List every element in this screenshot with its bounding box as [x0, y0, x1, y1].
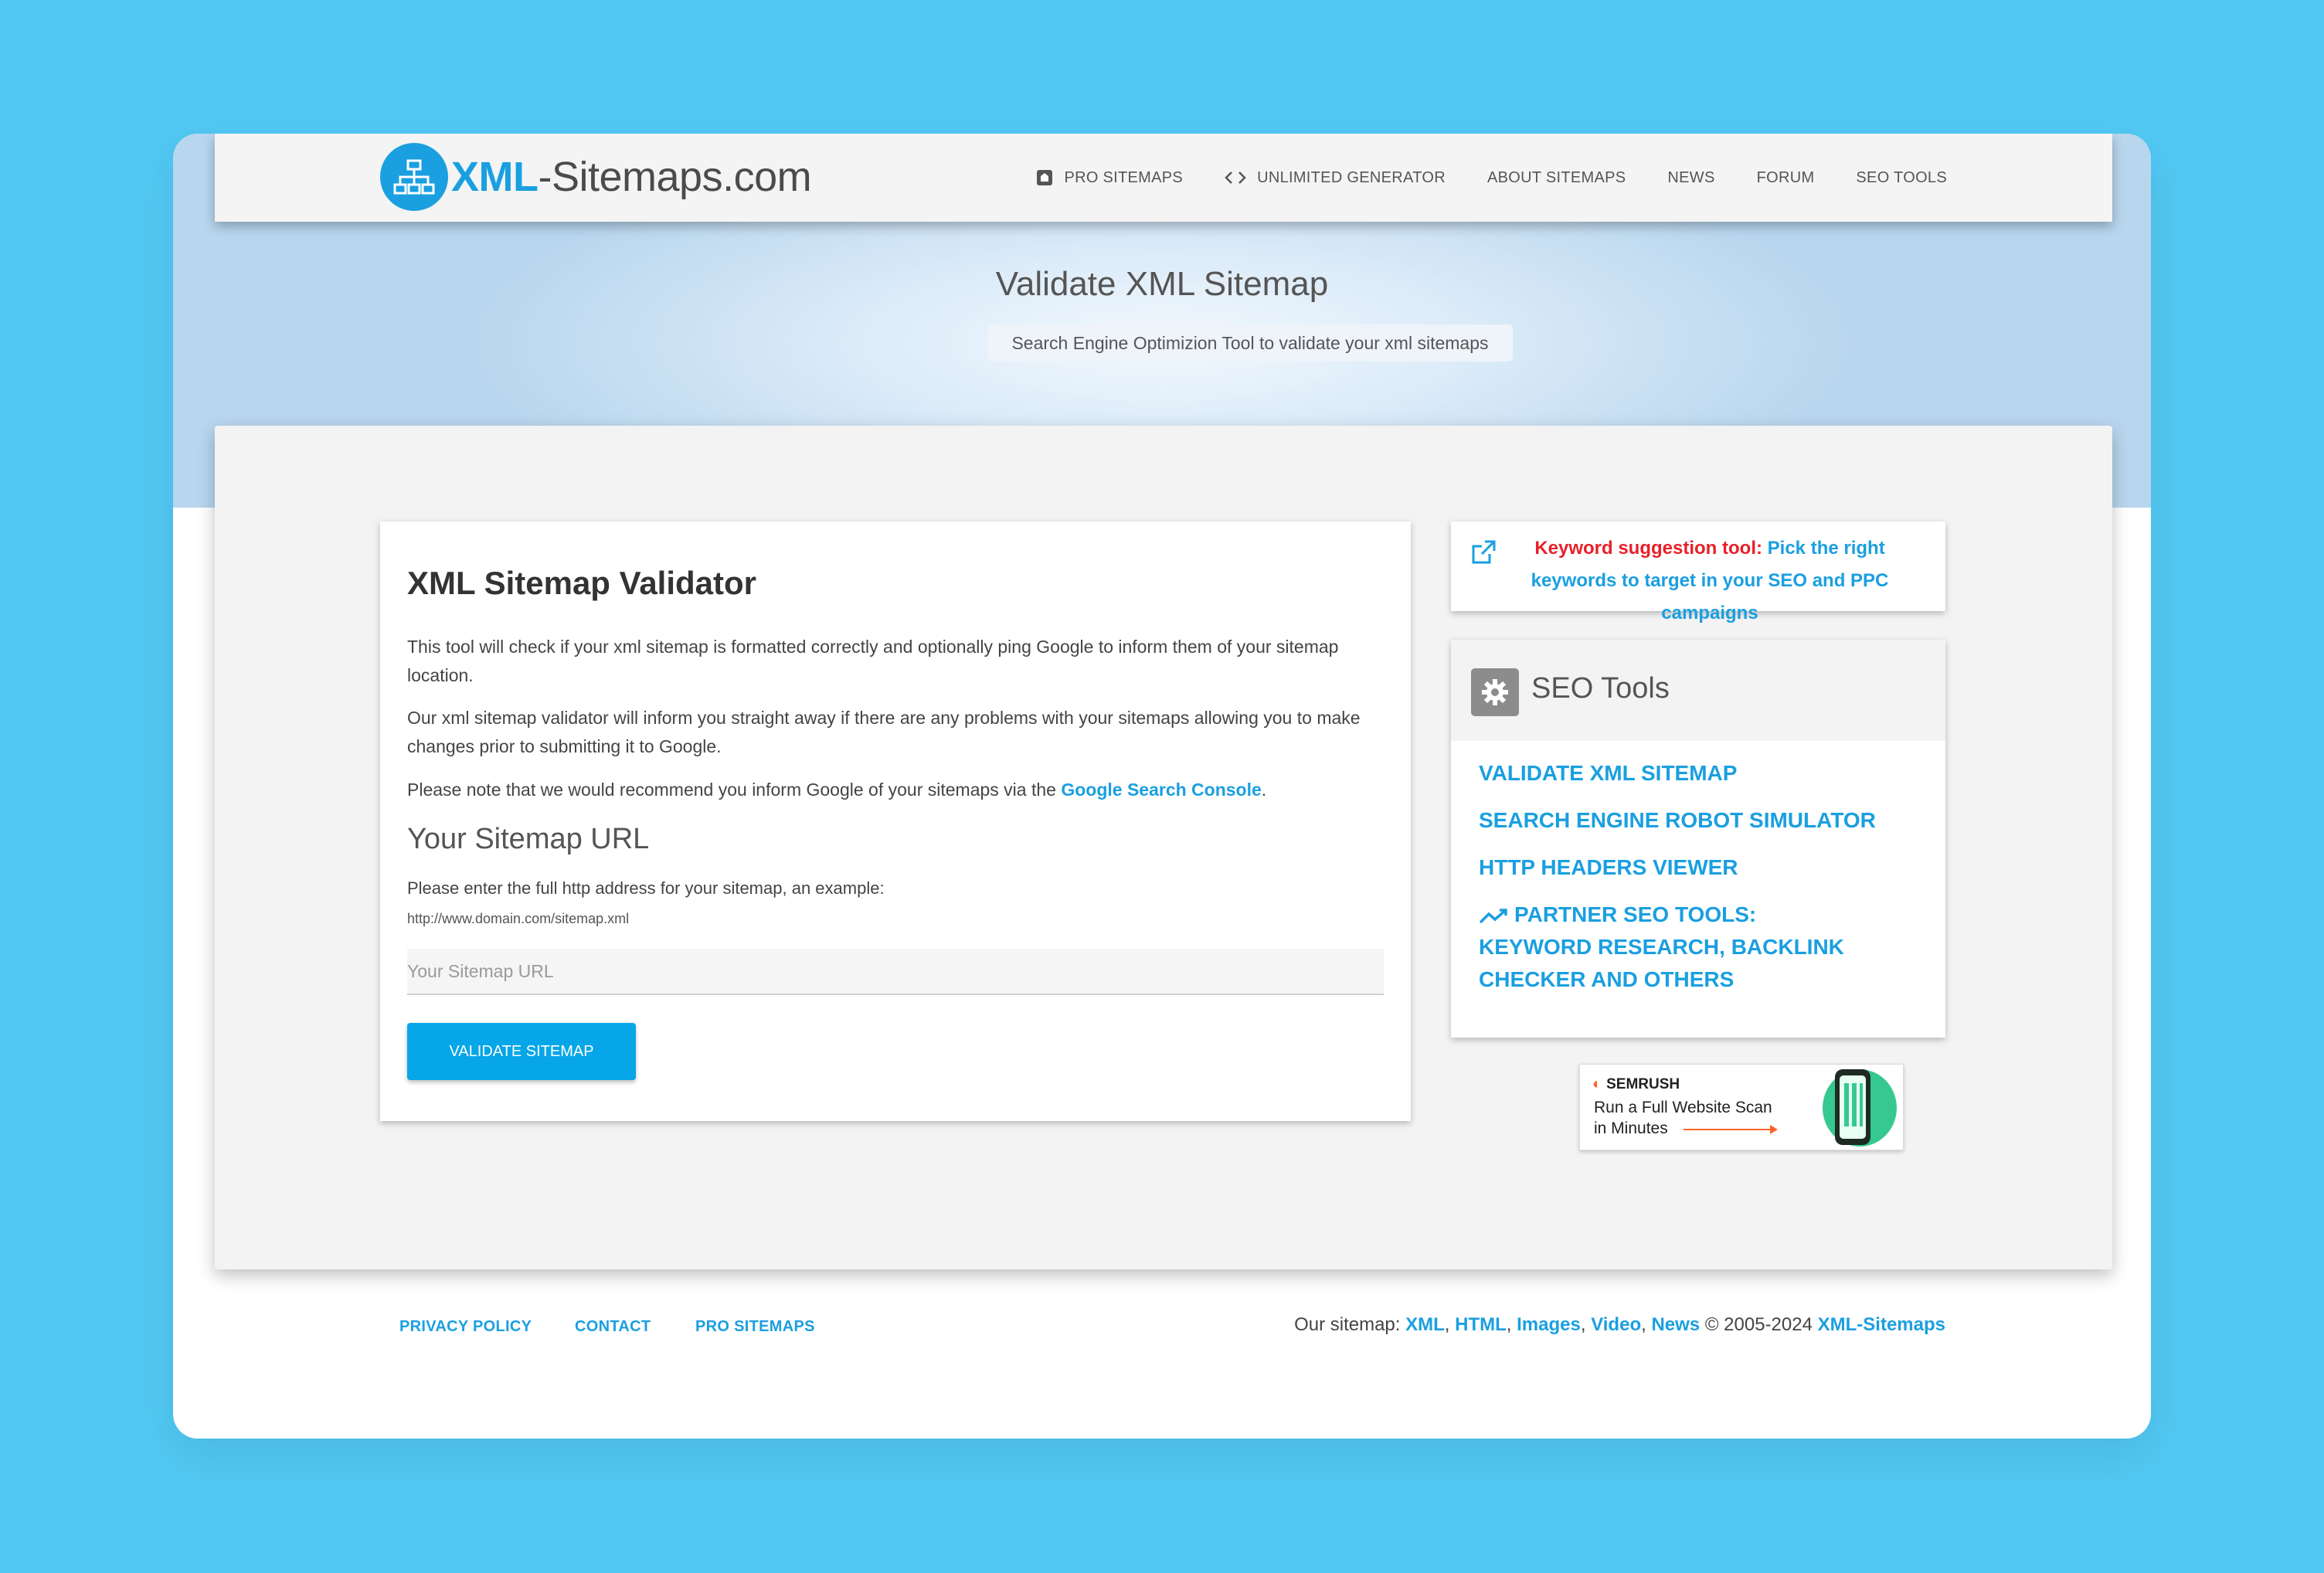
nav-unlimited-generator[interactable]: UNLIMITED GENERATOR	[1225, 169, 1446, 187]
logo-brand: XML	[451, 154, 539, 200]
seo-tools-header: SEO Tools	[1451, 640, 1945, 741]
semrush-ad-banner[interactable]: ◐ SEMRUSH Run a Full Website Scan in Minu…	[1579, 1064, 1904, 1150]
footer-link-news[interactable]: News	[1651, 1314, 1700, 1335]
footer-privacy-policy[interactable]: PRIVACY POLICY	[399, 1318, 532, 1336]
keyword-suggestion-box[interactable]: Keyword suggestion tool: Pick the right …	[1451, 522, 1945, 623]
nav-label: ABOUT SITEMAPS	[1486, 168, 1626, 186]
ad-brand-text: SEMRUSH	[1606, 1075, 1680, 1092]
semrush-flame-icon: ◐	[1592, 1075, 1602, 1092]
sitemap-url-heading: Your Sitemap URL	[407, 823, 650, 855]
nav-label: PRO SITEMAPS	[1064, 168, 1184, 186]
link-robot-simulator[interactable]: SEARCH ENGINE ROBOT SIMULATOR	[1479, 804, 1876, 837]
gear-icon	[1471, 668, 1519, 716]
main-content-panel: XML Sitemap Validator This tool will che…	[215, 426, 2112, 1269]
keyword-suggestion-text: Keyword suggestion tool: Pick the right …	[1490, 532, 1930, 630]
logo-text: XML-Sitemaps.com	[451, 153, 812, 201]
code-icon	[1225, 172, 1246, 184]
main-nav: PRO SITEMAPS UNLIMITED GENERATOR ABOUT S…	[994, 134, 1947, 222]
nav-forum[interactable]: FORUM	[1757, 169, 1815, 187]
sitemap-logo-icon	[380, 143, 448, 211]
ad-line-1: Run a Full Website Scan	[1594, 1099, 1772, 1116]
top-navbar: XML-Sitemaps.com PRO SITEMAPS UNLIMITED …	[215, 134, 2112, 222]
partner-line-1: PARTNER SEO TOOLS:	[1514, 902, 1757, 926]
paragraph-text: Please note that we would recommend you …	[407, 780, 1062, 800]
link-partner-seo-tools[interactable]: PARTNER SEO TOOLS: KEYWORD RESEARCH, BAC…	[1479, 899, 1844, 996]
url-example: http://www.domain.com/sitemap.xml	[407, 911, 630, 926]
phone-illustration-icon	[1823, 1069, 1897, 1147]
url-hint: Please enter the full http address for y…	[407, 878, 885, 898]
footer-contact[interactable]: CONTACT	[575, 1318, 651, 1336]
description-paragraph-2: Our xml sitemap validator will inform yo…	[407, 708, 1361, 756]
footer-brand-link[interactable]: XML-Sitemaps	[1818, 1314, 1945, 1335]
footer-copyright: © 2005-2024	[1700, 1314, 1818, 1335]
arrow-icon	[1684, 1125, 1778, 1134]
footer-link-images[interactable]: Images	[1517, 1314, 1581, 1335]
sitemap-url-input[interactable]	[407, 949, 1384, 995]
validate-sitemap-button[interactable]: VALIDATE SITEMAP	[407, 1023, 636, 1080]
footer-link-html[interactable]: HTML	[1455, 1314, 1507, 1335]
nav-about-sitemaps[interactable]: ABOUT SITEMAPS	[1487, 169, 1626, 187]
pro-icon	[1037, 170, 1053, 185]
footer-pro-sitemaps[interactable]: PRO SITEMAPS	[695, 1318, 815, 1336]
nav-seo-tools[interactable]: SEO TOOLS	[1856, 169, 1947, 187]
footer-prefix: Our sitemap:	[1294, 1314, 1406, 1335]
partner-line-3: CHECKER AND OTHERS	[1479, 967, 1735, 991]
link-validate-xml-sitemap[interactable]: VALIDATE XML SITEMAP	[1479, 757, 1737, 790]
link-http-headers-viewer[interactable]: HTTP HEADERS VIEWER	[1479, 851, 1738, 884]
description-paragraph-1: This tool will check if your xml sitemap…	[407, 637, 1339, 685]
nav-news[interactable]: NEWS	[1667, 169, 1714, 187]
nav-label: UNLIMITED GENERATOR	[1257, 168, 1446, 186]
footer-link-video[interactable]: Video	[1591, 1314, 1641, 1335]
keyword-label: Keyword suggestion tool:	[1534, 538, 1762, 559]
page-title: Validate XML Sitemap	[995, 265, 1329, 303]
google-search-console-link[interactable]: Google Search Console	[1061, 780, 1261, 800]
browser-page: XML-Sitemaps.com PRO SITEMAPS UNLIMITED …	[173, 134, 2151, 1439]
nav-label: NEWS	[1667, 168, 1715, 186]
nav-pro-sitemaps[interactable]: PRO SITEMAPS	[1036, 169, 1183, 187]
semrush-logo: ◐ SEMRUSH	[1592, 1075, 1680, 1093]
validator-card: XML Sitemap Validator This tool will che…	[380, 522, 1411, 1121]
footer-sitemap-links: Our sitemap: XML, HTML, Images, Video, N…	[1294, 1314, 1945, 1335]
ad-line-2: in Minutes	[1594, 1119, 1668, 1137]
site-logo[interactable]: XML-Sitemaps.com	[380, 141, 812, 212]
seo-tools-box: SEO Tools VALIDATE XML SITEMAP SEARCH EN…	[1451, 640, 1945, 1038]
partner-line-2: KEYWORD RESEARCH, BACKLINK	[1479, 935, 1844, 959]
footer-link-xml[interactable]: XML	[1405, 1314, 1445, 1335]
seo-tools-title: SEO Tools	[1531, 672, 1670, 705]
trending-up-icon	[1479, 908, 1507, 923]
nav-label: SEO TOOLS	[1856, 168, 1947, 186]
validator-title: XML Sitemap Validator	[407, 565, 757, 601]
description-paragraph-3: Please note that we would recommend you …	[407, 776, 1385, 804]
nav-label: FORUM	[1756, 168, 1815, 186]
paragraph-end: .	[1261, 780, 1267, 800]
logo-domain: -Sitemaps.com	[538, 154, 812, 200]
page-subtitle: Search Engine Optimizion Tool to validat…	[987, 324, 1513, 362]
